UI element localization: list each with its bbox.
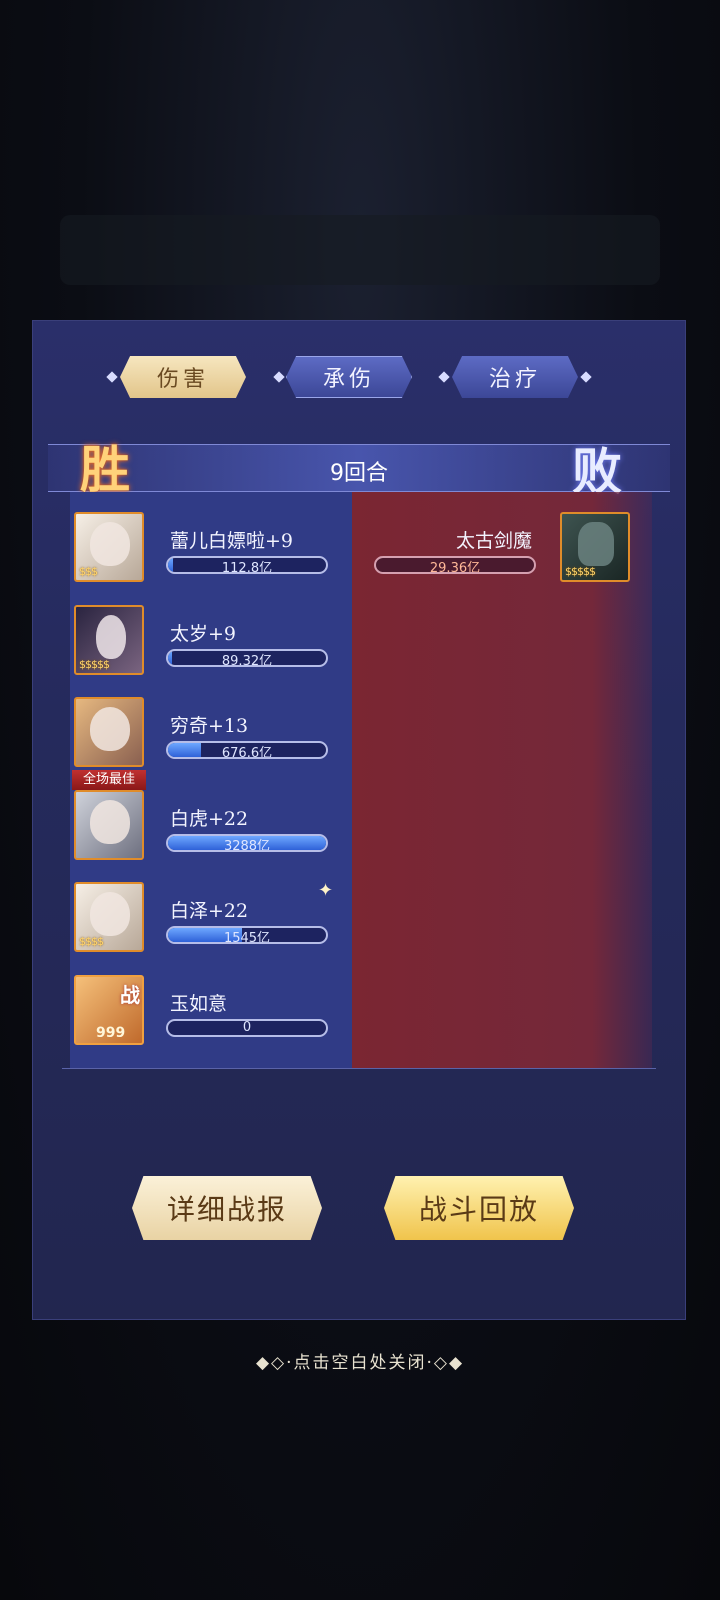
tab-divider-icon (106, 371, 118, 383)
list-item[interactable]: 太古剑魔 29.36亿 $$$$$ (372, 512, 632, 592)
star-rating: $$$$$ (79, 658, 110, 671)
battle-stats-panel: 伤害 承伤 治疗 9回合 胜 败 $$$ 蕾儿白嫖啦+9 112.8亿 $$$$… (32, 320, 686, 1320)
damage-value: 29.36亿 (429, 561, 481, 574)
damage-value: 0 (242, 1020, 252, 1035)
star-rating: $$$$ (79, 935, 104, 948)
damage-bar: 29.36亿 (374, 556, 536, 574)
hero-name: 玉如意 (170, 993, 228, 1015)
hero-name: 白泽+22 (170, 900, 249, 922)
damage-value: 89.32亿 (221, 654, 273, 667)
detail-report-button[interactable]: 详细战报 (132, 1176, 322, 1240)
list-item[interactable]: $$$$$ 太岁+9 89.32亿 (74, 605, 354, 685)
mvp-badge: 全场最佳 (72, 770, 146, 790)
avatar[interactable] (74, 790, 144, 860)
avatar[interactable] (74, 697, 144, 767)
star-rating: $$$$$ (565, 565, 596, 578)
damage-bar: 89.32亿 (166, 649, 328, 667)
tab-divider-icon (438, 371, 450, 383)
tab-damage-taken[interactable]: 承伤 (286, 356, 412, 398)
star-rating: $$$ (79, 565, 98, 578)
tab-divider-icon (273, 371, 285, 383)
avatar[interactable]: $$$$ (74, 882, 144, 952)
tab-damage[interactable]: 伤害 (120, 356, 246, 398)
list-item[interactable]: $$$$ 白泽+22 1545亿 (74, 882, 354, 962)
level-label: 999 (96, 1025, 126, 1041)
battle-replay-button[interactable]: 战斗回放 (384, 1176, 574, 1240)
tab-healing[interactable]: 治疗 (452, 356, 578, 398)
enemy-name: 太古剑魔 (456, 530, 533, 552)
list-item[interactable]: 战 999 玉如意 0 (74, 975, 354, 1055)
tab-divider-icon (580, 371, 592, 383)
list-item[interactable]: 全场最佳 白虎+22 3288亿 (72, 770, 354, 870)
close-hint[interactable]: ◆◇·点击空白处关闭·◇◆ (0, 1348, 720, 1373)
avatar[interactable]: $$$ (74, 512, 144, 582)
list-item[interactable]: 穷奇+13 676.6亿 (74, 697, 354, 777)
hero-name: 蕾儿白嫖啦+9 (170, 530, 294, 552)
damage-bar: 3288亿 (166, 834, 328, 852)
hero-name: 白虎+22 (170, 808, 249, 830)
background-stage-bar (60, 215, 660, 285)
hero-name: 太岁+9 (170, 623, 237, 645)
sparkle-icon: ✦ (318, 880, 334, 901)
list-item[interactable]: $$$ 蕾儿白嫖啦+9 112.8亿 (74, 512, 354, 592)
damage-bar: 676.6亿 (166, 741, 328, 759)
stats-tabs: 伤害 承伤 治疗 (32, 356, 686, 400)
damage-bar: 112.8亿 (166, 556, 328, 574)
avatar[interactable]: $$$$$ (560, 512, 630, 582)
divider (62, 1068, 656, 1069)
damage-value: 3288亿 (223, 839, 271, 852)
damage-bar: 0 (166, 1019, 328, 1037)
damage-value: 112.8亿 (221, 561, 273, 574)
damage-bar: 1545亿 (166, 926, 328, 944)
avatar[interactable]: 战 999 (74, 975, 144, 1045)
hero-name: 穷奇+13 (170, 715, 249, 737)
damage-value: 1545亿 (223, 931, 271, 944)
avatar[interactable]: $$$$$ (74, 605, 144, 675)
damage-value: 676.6亿 (221, 746, 273, 759)
battle-badge: 战 (120, 983, 140, 1007)
